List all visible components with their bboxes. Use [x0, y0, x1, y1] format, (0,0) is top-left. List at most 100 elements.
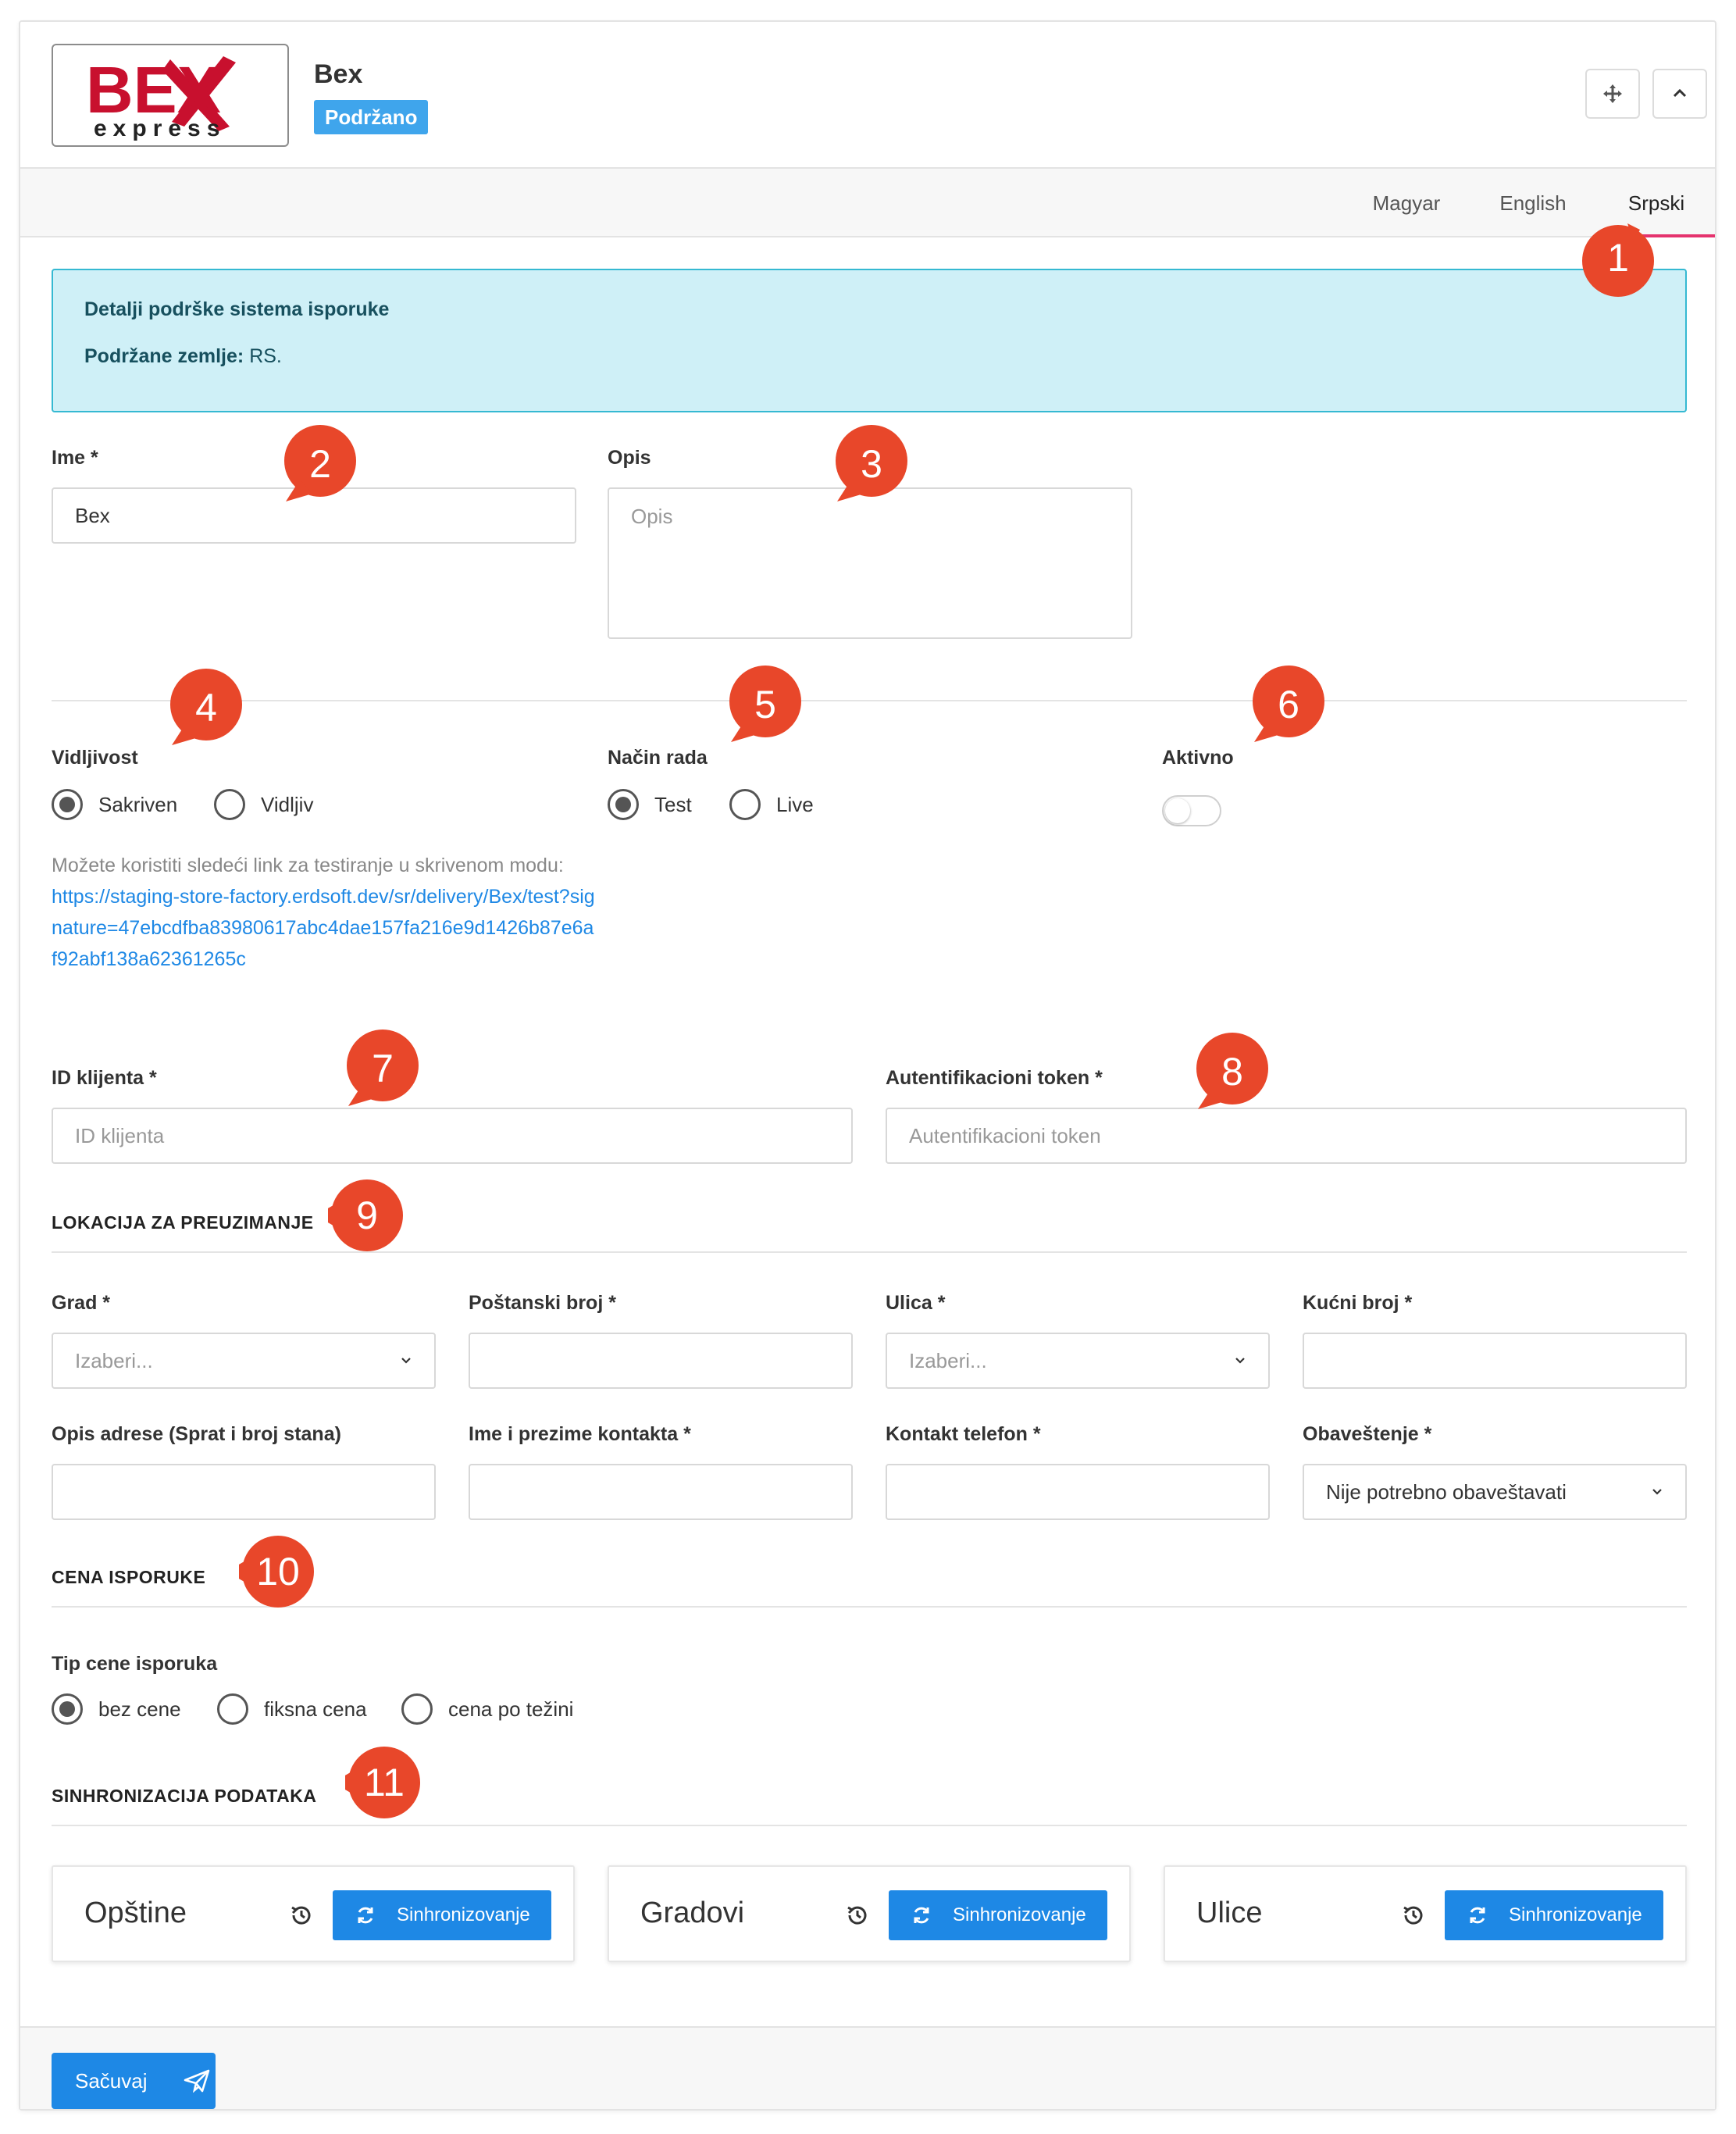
callout-marker: 7	[344, 1030, 422, 1108]
mode-test-radio[interactable]: Test	[608, 789, 692, 820]
status-badge: Podržano	[314, 100, 429, 134]
sync-municipalities-button[interactable]: Sinhronizovanje	[333, 1890, 551, 1940]
city-select-value: Izaberi...	[75, 1349, 153, 1372]
mode-live-radio[interactable]: Live	[729, 789, 814, 820]
move-button[interactable]	[1585, 69, 1640, 119]
callout-number: 8	[1221, 1050, 1243, 1094]
radio-label: bez cene	[98, 1697, 181, 1721]
sync-card-title: Opštine	[84, 1897, 187, 1929]
radio-circle	[214, 789, 245, 820]
auth-token-input[interactable]: Autentifikacioni token	[886, 1108, 1687, 1164]
toggle-knob	[1165, 798, 1190, 823]
auth-token-label: Autentifikacioni token *	[886, 1067, 1103, 1089]
callout-number: 6	[1278, 683, 1299, 726]
active-toggle[interactable]	[1162, 795, 1221, 826]
tab-magyar[interactable]: Magyar	[1356, 169, 1457, 237]
callout-marker: 6	[1249, 666, 1328, 744]
send-icon	[184, 2069, 209, 2093]
tab-english[interactable]: English	[1482, 169, 1584, 237]
callout-marker: 3	[832, 425, 911, 503]
description-textarea[interactable]: Opis	[608, 487, 1132, 639]
client-id-input[interactable]: ID klijenta	[52, 1108, 853, 1164]
callout-number: 7	[372, 1047, 394, 1090]
callout-marker: 5	[726, 666, 804, 744]
callout-number: 10	[256, 1550, 300, 1593]
price-fixed-radio[interactable]: fiksna cena	[217, 1693, 367, 1725]
history-icon[interactable]	[843, 1901, 872, 1929]
support-info-alert: Detalji podrške sistema isporuke Podržan…	[52, 269, 1687, 412]
radio-label: Test	[654, 792, 692, 816]
sync-cities-button[interactable]: Sinhronizovanje	[889, 1890, 1107, 1940]
street-select-value: Izaberi...	[909, 1349, 987, 1372]
active-label: Aktivno	[1162, 747, 1234, 769]
callout-marker: 8	[1193, 1033, 1271, 1111]
visibility-visible-radio[interactable]: Vidljiv	[214, 789, 313, 820]
sync-button-label: Sinhronizovanje	[1509, 1904, 1642, 1925]
callout-marker: 9	[328, 1176, 406, 1254]
city-select[interactable]: Izaberi...	[52, 1333, 436, 1389]
radio-label: Live	[776, 792, 814, 816]
sync-button-label: Sinhronizovanje	[953, 1904, 1086, 1925]
carrier-title: Bex	[314, 59, 363, 89]
contact-phone-input[interactable]	[886, 1464, 1270, 1520]
history-icon[interactable]	[1399, 1901, 1428, 1929]
contact-name-label: Ime i prezime kontakta *	[469, 1423, 691, 1445]
divider	[52, 1251, 1687, 1253]
sync-streets-button[interactable]: Sinhronizovanje	[1445, 1890, 1663, 1940]
postal-label: Poštanski broj *	[469, 1292, 616, 1314]
history-icon[interactable]	[287, 1901, 315, 1929]
city-label: Grad *	[52, 1292, 111, 1314]
help-text: Možete koristiti sledeći link za testira…	[52, 855, 564, 876]
price-weight-radio[interactable]: cena po težini	[401, 1693, 573, 1725]
refresh-icon	[358, 1907, 373, 1924]
chevron-down-icon	[1235, 1358, 1245, 1364]
divider	[52, 1825, 1687, 1826]
callout-number: 4	[195, 686, 217, 730]
radio-circle	[608, 789, 639, 820]
address-desc-input[interactable]	[52, 1464, 436, 1520]
bex-logo-icon: BEX express	[86, 53, 236, 141]
contact-name-input[interactable]	[469, 1464, 853, 1520]
radio-circle	[729, 789, 761, 820]
divider	[52, 700, 1687, 701]
callout-marker: 11	[345, 1743, 423, 1822]
street-select[interactable]: Izaberi...	[886, 1333, 1270, 1389]
delivery-settings-card: BEX express Bex Podržano Magyar English …	[19, 20, 1716, 2111]
radio-label: cena po težini	[448, 1697, 574, 1721]
address-desc-label: Opis adrese (Sprat i broj stana)	[52, 1423, 341, 1445]
callout-number: 5	[754, 683, 776, 726]
info-title: Detalji podrške sistema isporuke	[84, 298, 390, 320]
radio-label: fiksna cena	[264, 1697, 367, 1721]
house-number-input[interactable]	[1303, 1333, 1687, 1389]
move-icon	[1603, 84, 1622, 103]
bex-logo: BEX express	[52, 44, 289, 147]
save-button[interactable]: Sačuvaj	[52, 2053, 216, 2109]
client-id-label: ID klijenta *	[52, 1067, 157, 1089]
radio-label: Vidljiv	[261, 792, 314, 816]
notification-select[interactable]: Nije potrebno obaveštavati	[1303, 1464, 1687, 1520]
sync-card-streets: Ulice Sinhronizovanje	[1164, 1865, 1687, 1962]
form-footer: Sačuvaj	[20, 2026, 1715, 2109]
mode-label: Način rada	[608, 747, 708, 769]
contact-phone-label: Kontakt telefon *	[886, 1423, 1041, 1445]
test-link[interactable]: https://staging-store-factory.erdsoft.de…	[52, 886, 595, 970]
save-button-label: Sačuvaj	[75, 2068, 148, 2093]
radio-circle	[52, 789, 83, 820]
callout-marker: 4	[167, 669, 245, 747]
visibility-hidden-radio[interactable]: Sakriven	[52, 789, 177, 820]
radio-label: Sakriven	[98, 792, 178, 816]
supported-countries: Podržane zemlje: RS.	[84, 345, 282, 368]
chevron-down-icon	[1652, 1489, 1662, 1495]
price-type-label: Tip cene isporuka	[52, 1653, 218, 1675]
sync-card-title: Gradovi	[640, 1897, 745, 1929]
collapse-button[interactable]	[1652, 69, 1707, 119]
callout-marker: 2	[281, 425, 359, 503]
pickup-section-title: LOKACIJA ZA PREUZIMANJE	[52, 1212, 314, 1233]
notification-label: Obaveštenje *	[1303, 1423, 1432, 1445]
pricing-section-title: CENA ISPORUKE	[52, 1567, 206, 1587]
refresh-icon	[1470, 1907, 1485, 1924]
callout-number: 11	[364, 1761, 405, 1804]
callout-number: 3	[861, 442, 882, 486]
postal-input[interactable]	[469, 1333, 853, 1389]
price-none-radio[interactable]: bez cene	[52, 1693, 181, 1725]
